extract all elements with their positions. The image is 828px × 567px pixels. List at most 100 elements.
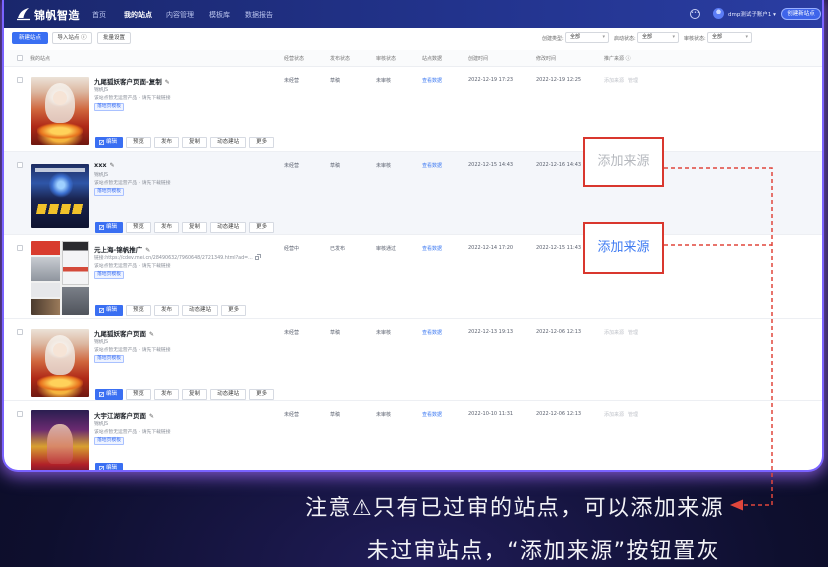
info-icon: ⓘ	[79, 35, 87, 41]
chevron-down-icon: ▾	[602, 34, 605, 40]
row-checkbox[interactable]	[17, 411, 23, 417]
publish-button[interactable]: 发布	[154, 222, 180, 233]
site-thumbnail[interactable]	[31, 164, 89, 228]
edit-label: 编辑	[106, 391, 118, 397]
import-site-button[interactable]: 导入站点 ⓘ	[52, 32, 92, 44]
audit-status: 未审核	[376, 412, 392, 418]
preview-button[interactable]: 预览	[126, 305, 152, 316]
pencil-icon[interactable]: ✎	[110, 162, 115, 169]
arrow-left-icon	[730, 499, 743, 511]
filter-create-type-select[interactable]: 全部 ▾	[565, 32, 609, 43]
site-data-link[interactable]: 查看数据	[422, 411, 442, 418]
site-thumbnail[interactable]	[31, 329, 89, 397]
chevron-down-icon: ▾	[745, 34, 748, 40]
row-actions: 编辑 预览 发布 动态建站 更多	[95, 305, 249, 316]
site-title[interactable]: 九尾狐妖客户页面-复制 ✎	[94, 76, 170, 86]
page-root: 锦帆智造 首页 我的站点 内容管理 模板库 数据报告 ••• dmp测试子账户1…	[0, 0, 828, 567]
edit-button[interactable]: 编辑	[95, 463, 124, 470]
logo-text[interactable]: 锦帆智造	[34, 7, 80, 23]
site-url-text[interactable]: 链接:https://cdev.mei.cn/28490632/7960648/…	[94, 256, 253, 261]
filter-audit-status-select[interactable]: 全部 ▾	[707, 32, 752, 43]
modified-time: 2022-12-15 11:43	[536, 245, 582, 251]
batch-settings-button[interactable]: 批量设置	[97, 32, 131, 44]
col-source: 推广来源 ⓘ	[604, 55, 631, 62]
site-data-link[interactable]: 查看数据	[422, 329, 442, 336]
row-checkbox[interactable]	[17, 329, 23, 335]
site-data-link[interactable]: 查看数据	[422, 245, 442, 252]
edit-label: 编辑	[106, 224, 118, 230]
edit-icon	[99, 392, 104, 397]
dynamic-build-button[interactable]: 动态建站	[210, 389, 247, 400]
publish-button[interactable]: 发布	[154, 137, 180, 148]
dynamic-build-button[interactable]: 动态建站	[182, 305, 219, 316]
select-value: 全部	[570, 34, 581, 40]
row-checkbox[interactable]	[17, 245, 23, 251]
more-circle-icon[interactable]: •••	[690, 9, 700, 19]
filter-launch-status-select[interactable]: 全部 ▾	[637, 32, 679, 43]
row-actions: 编辑 预览 发布 复制 动态建站 更多	[95, 137, 277, 148]
site-thumbnail[interactable]	[31, 77, 89, 145]
site-thumbnail[interactable]	[31, 410, 89, 470]
nav-item-content[interactable]: 内容管理	[166, 10, 194, 20]
nav-item-reports[interactable]: 数据报告	[245, 10, 273, 20]
site-title[interactable]: 九尾狐妖客户页面 ✎	[94, 328, 154, 338]
publish-button[interactable]: 发布	[154, 389, 180, 400]
nav-item-templates[interactable]: 模板库	[209, 10, 230, 20]
edit-button[interactable]: 编辑	[95, 137, 124, 148]
publish-button[interactable]: 发布	[154, 305, 180, 316]
filter-label-audit-status: 审核状态:	[684, 36, 706, 42]
pencil-icon[interactable]: ✎	[165, 79, 170, 86]
site-data-link[interactable]: 查看数据	[422, 162, 442, 169]
preview-button[interactable]: 预览	[126, 137, 152, 148]
site-creator: 锦帆JS	[94, 422, 109, 427]
site-desc: 该站点暂无运营产品 · 请先下载链接	[94, 181, 171, 186]
copy-button[interactable]: 复制	[182, 222, 208, 233]
preview-button[interactable]: 预览	[126, 222, 152, 233]
annotation-box-enabled-source: 添加来源	[583, 222, 664, 274]
edit-button[interactable]: 编辑	[95, 305, 124, 316]
add-source-button-enabled-zoom[interactable]: 添加来源	[597, 240, 649, 255]
audit-status: 审核通过	[376, 246, 397, 252]
more-button[interactable]: 更多	[221, 305, 247, 316]
more-button[interactable]: 更多	[249, 389, 275, 400]
create-site-button[interactable]: 创建新站点	[781, 8, 821, 20]
more-button[interactable]: 更多	[249, 222, 275, 233]
new-site-button[interactable]: 新建站点	[12, 32, 48, 44]
dynamic-build-button[interactable]: 动态建站	[210, 222, 247, 233]
nav-item-my-sites[interactable]: 我的站点	[124, 10, 152, 20]
site-thumbnail[interactable]	[31, 241, 89, 315]
annotation-box-disabled-source: 添加来源	[583, 137, 664, 187]
site-title[interactable]: 元上海-锦帆推广 ✎	[94, 244, 150, 254]
more-button[interactable]: 更多	[249, 137, 275, 148]
copy-icon[interactable]	[254, 255, 259, 260]
col-created: 创建时间	[468, 56, 489, 62]
site-title[interactable]: 大宇江湖客户页面 ✎	[94, 410, 154, 420]
pencil-icon[interactable]: ✎	[145, 247, 150, 254]
pencil-icon[interactable]: ✎	[149, 331, 154, 338]
manage-source-button-disabled: 管理	[628, 412, 639, 418]
dynamic-build-button[interactable]: 动态建站	[210, 137, 247, 148]
preview-button[interactable]: 预览	[126, 389, 152, 400]
edit-button[interactable]: 编辑	[95, 222, 124, 233]
publish-status: 已发布	[330, 246, 346, 252]
nav-item-home[interactable]: 首页	[92, 10, 106, 20]
site-desc: 该站点暂无运营产品 · 请先下载链接	[94, 96, 171, 101]
row-checkbox[interactable]	[17, 162, 23, 168]
created-time: 2022-12-19 17:23	[468, 77, 514, 83]
edit-icon	[99, 225, 104, 230]
select-all-checkbox[interactable]	[17, 55, 23, 61]
row-checkbox[interactable]	[17, 77, 23, 83]
business-status: 未经营	[284, 412, 300, 418]
site-creator: 锦帆JS	[94, 173, 109, 178]
avatar[interactable]	[713, 8, 724, 19]
user-menu[interactable]: dmp测试子账户1 ▾	[728, 10, 776, 18]
edit-button[interactable]: 编辑	[95, 389, 124, 400]
pencil-icon[interactable]: ✎	[149, 413, 154, 420]
site-title[interactable]: xxx ✎	[94, 161, 115, 169]
manage-source-button-disabled: 管理	[628, 78, 639, 84]
site-tag: 落地页模板	[94, 103, 124, 111]
row-actions: 编辑 预览 发布 复制 动态建站 更多	[95, 222, 277, 233]
site-data-link[interactable]: 查看数据	[422, 77, 442, 84]
copy-button[interactable]: 复制	[182, 389, 208, 400]
copy-button[interactable]: 复制	[182, 137, 208, 148]
